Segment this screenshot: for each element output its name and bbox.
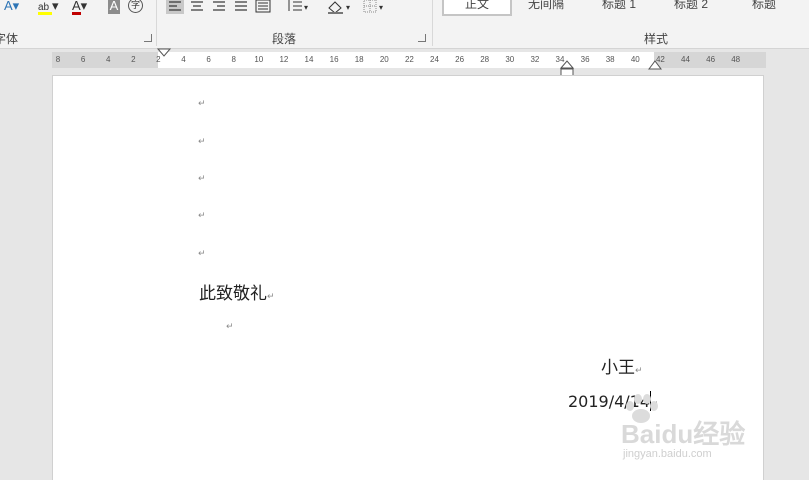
paragraph-mark: ↵ xyxy=(198,99,206,109)
line-spacing-icon[interactable]: ▾ xyxy=(286,0,312,14)
paragraph-mark: ↵ xyxy=(226,322,234,332)
document-page[interactable]: ↵ ↵ ↵ ↵ ↵ 此致敬礼↵ ↵ 小王↵ 2019/4/14↵ Baidu经验… xyxy=(53,76,763,480)
ruler-tick-label: 4 xyxy=(105,55,111,64)
ruler-tick-label: 32 xyxy=(530,55,540,64)
paragraph-group-label: 段落 xyxy=(272,32,297,46)
signature-name: 小王 xyxy=(601,358,635,378)
signature-line: 小王↵ xyxy=(601,353,643,378)
ruler-tick-label: 36 xyxy=(580,55,590,64)
enclose-character-icon[interactable]: 字 xyxy=(128,0,143,13)
align-right-icon[interactable] xyxy=(210,0,228,14)
paragraph-mark: ↵ xyxy=(635,366,643,376)
ruler-tick-label: 46 xyxy=(706,55,716,64)
style-title[interactable]: 标题 xyxy=(752,0,802,14)
svg-text:▾: ▾ xyxy=(346,3,350,12)
watermark-url: jingyan.baidu.com xyxy=(623,448,712,460)
svg-text:▾: ▾ xyxy=(379,3,383,12)
ruler-tick-label: 6 xyxy=(80,55,86,64)
ruler-tick-label: 30 xyxy=(505,55,515,64)
ruler-tick-label: 40 xyxy=(630,55,640,64)
style-heading-2[interactable]: 标题 2 xyxy=(674,0,734,14)
style-no-spacing[interactable]: 无间隔 xyxy=(528,0,590,14)
justify-icon[interactable] xyxy=(232,0,250,14)
ruler-tick-label: 44 xyxy=(681,55,690,64)
group-separator xyxy=(156,0,157,46)
distributed-icon[interactable] xyxy=(254,0,272,14)
ruler-tick-label: 6 xyxy=(206,55,211,64)
ruler-tick-label: 8 xyxy=(55,55,61,64)
align-center-icon[interactable] xyxy=(188,0,206,14)
font-dialog-launcher[interactable] xyxy=(144,34,152,42)
ruler-tick-label: 8 xyxy=(231,55,236,64)
ribbon: A▾ ab ▾ A▾ A 字 字体 ▾ ▾ ▾ 段落 正文 无间隔 标题 1 标题… xyxy=(0,0,809,49)
right-indent-marker[interactable] xyxy=(648,60,662,70)
highlight-icon[interactable]: ab ▾ xyxy=(38,0,59,15)
text-effects-icon[interactable]: A▾ xyxy=(4,0,19,14)
ruler-tick-label: 26 xyxy=(455,55,465,64)
font-color-icon[interactable]: A▾ xyxy=(72,0,87,15)
baidu-watermark: Baidu经验 jingyan.baidu.com xyxy=(621,392,745,460)
align-left-icon[interactable] xyxy=(166,0,184,14)
ruler-tick-label: 18 xyxy=(354,55,364,64)
ruler-tick-label: 22 xyxy=(404,55,414,64)
ruler-tick-label: 2 xyxy=(131,55,136,64)
paragraph-mark: ↵ xyxy=(198,174,206,184)
styles-group-label: 样式 xyxy=(644,32,669,46)
ruler-tick-label: 10 xyxy=(254,55,264,64)
paragraph-mark: ↵ xyxy=(198,249,206,259)
closing-line: 此致敬礼↵ xyxy=(199,279,275,304)
ruler-tick-label: 48 xyxy=(731,55,741,64)
paragraph-mark: ↵ xyxy=(267,292,275,302)
ruler-tick-label: 16 xyxy=(329,55,339,64)
ruler-tick-label: 20 xyxy=(379,55,389,64)
font-group-label: 字体 xyxy=(0,32,19,46)
ruler-tick-label: 24 xyxy=(430,55,439,64)
group-separator xyxy=(432,0,433,46)
ruler-tick-label: 12 xyxy=(279,55,289,64)
paragraph-mark: ↵ xyxy=(198,137,206,147)
borders-icon[interactable]: ▾ xyxy=(362,0,388,14)
paragraph-dialog-launcher[interactable] xyxy=(418,34,426,42)
ruler-tick-label: 28 xyxy=(480,55,490,64)
style-heading-1[interactable]: 标题 1 xyxy=(602,0,660,14)
first-line-indent-marker[interactable] xyxy=(157,48,171,58)
paragraph-mark: ↵ xyxy=(198,211,206,221)
style-normal[interactable]: 正文 xyxy=(442,0,512,16)
ruler-tick-label: 14 xyxy=(304,55,314,64)
watermark-brand: Baidu经验 xyxy=(621,419,746,449)
ruler-tick-label: 4 xyxy=(181,55,186,64)
ruler-tick-label: 38 xyxy=(605,55,615,64)
shading-icon[interactable]: ▾ xyxy=(326,0,354,14)
closing-text: 此致敬礼 xyxy=(199,284,267,304)
svg-text:▾: ▾ xyxy=(304,3,308,12)
character-shading-icon[interactable]: A xyxy=(108,0,120,14)
